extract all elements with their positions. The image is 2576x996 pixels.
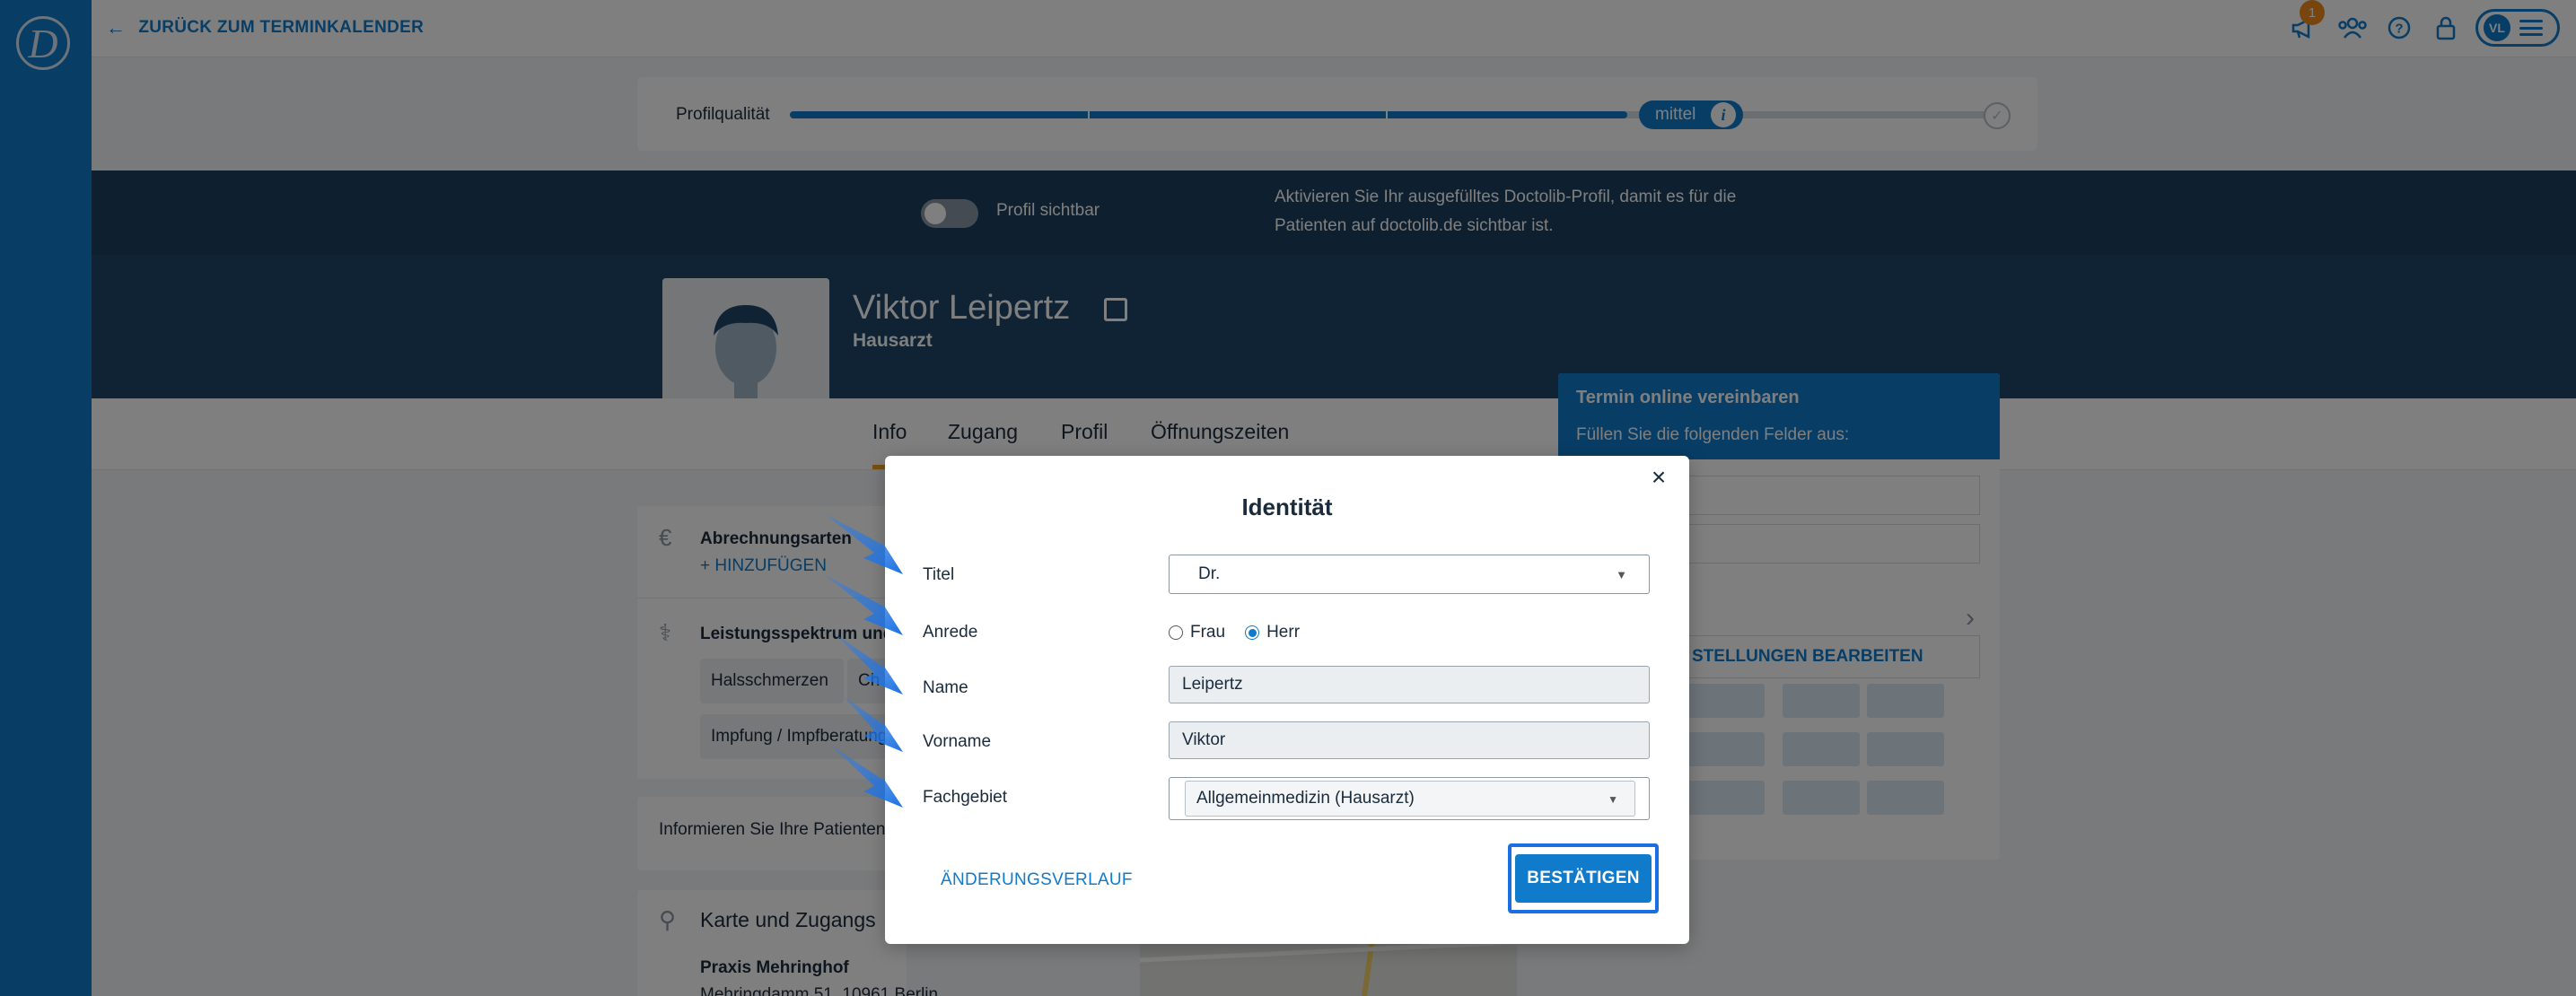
anrede-label: Anrede bbox=[923, 623, 978, 642]
close-icon[interactable]: × bbox=[1648, 465, 1669, 490]
change-history-link[interactable]: ÄNDERUNGSVERLAUF bbox=[941, 870, 1133, 890]
modal-title: Identität bbox=[1241, 494, 1333, 520]
titel-select[interactable]: Dr. ▼ bbox=[1169, 555, 1650, 594]
anrede-radio-group: Frau Herr bbox=[1169, 623, 1300, 642]
fachgebiet-label: Fachgebiet bbox=[923, 788, 1008, 807]
radio-frau-label: Frau bbox=[1190, 623, 1226, 642]
fachgebiet-selected-value[interactable]: Allgemeinmedizin (Hausarzt) ▼ bbox=[1185, 781, 1635, 817]
vorname-field[interactable]: Viktor bbox=[1169, 721, 1650, 759]
titel-label: Titel bbox=[923, 565, 955, 584]
caret-down-icon: ▼ bbox=[1616, 568, 1627, 581]
radio-herr[interactable] bbox=[1245, 625, 1260, 640]
radio-frau[interactable] bbox=[1169, 625, 1183, 640]
caret-down-icon: ▼ bbox=[1608, 793, 1618, 806]
radio-herr-label: Herr bbox=[1266, 623, 1301, 642]
confirm-button[interactable]: BESTÄTIGEN bbox=[1515, 854, 1652, 903]
name-label: Name bbox=[923, 678, 968, 697]
vorname-label: Vorname bbox=[923, 732, 992, 751]
name-field[interactable]: Leipertz bbox=[1169, 666, 1650, 703]
